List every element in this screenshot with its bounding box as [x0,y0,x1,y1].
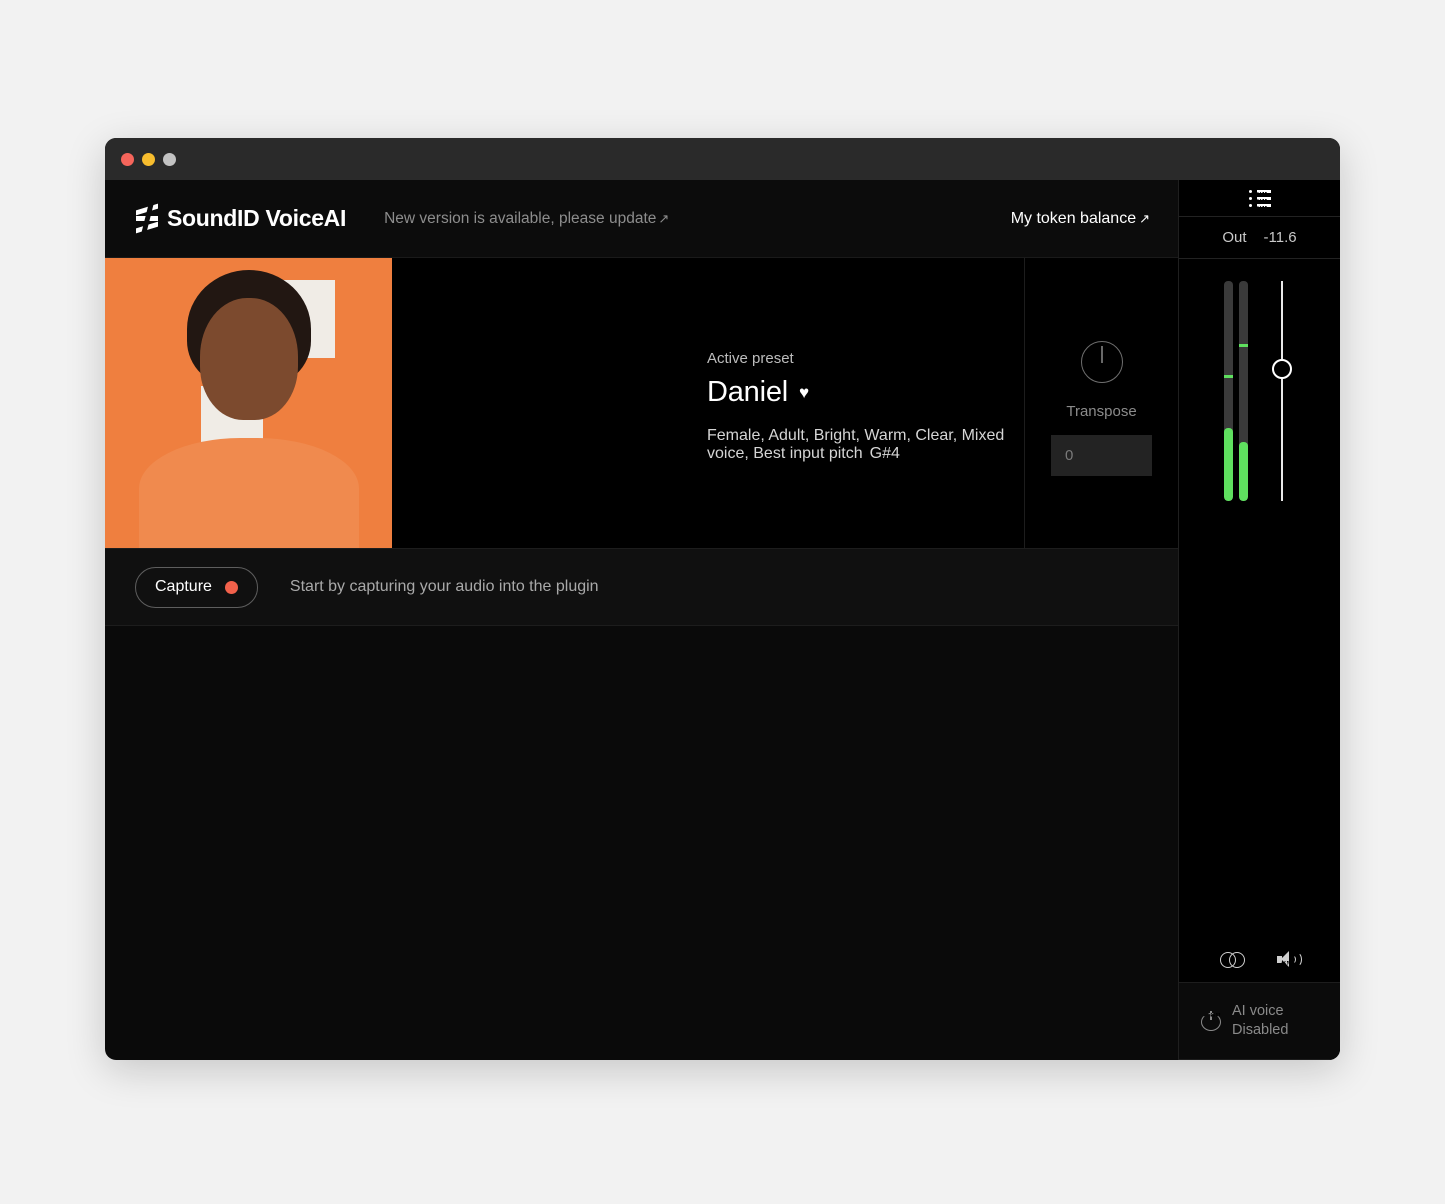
app-header: SoundID VoiceAI New version is available… [105,180,1178,258]
output-meter-area [1179,259,1340,982]
preset-list-menu-button[interactable] [1179,180,1340,217]
out-label: Out [1222,229,1246,246]
output-level-readout[interactable]: Out -11.6 [1179,217,1340,259]
preset-portrait-image [105,258,392,548]
close-window-button[interactable] [121,153,134,166]
capture-button-label: Capture [155,578,212,596]
preset-favorite-heart-icon[interactable]: ♥ [799,383,809,403]
capture-button[interactable]: Capture [135,567,258,608]
transpose-control-group: Transpose 0 [1025,258,1178,548]
maximize-window-button[interactable] [163,153,176,166]
external-link-arrow-icon-2: ↗ [1139,211,1150,226]
ai-voice-toggle[interactable]: AI voice Disabled [1179,982,1340,1060]
active-preset-artwork [105,258,392,548]
app-body: SoundID VoiceAI New version is available… [105,180,1340,1060]
stereo-link-icon[interactable] [1220,952,1246,968]
capture-hint-text: Start by capturing your audio into the p… [290,578,599,596]
output-icon-row [1179,951,1340,968]
active-preset-details: Active preset Daniel ♥ Female, Adult, Br… [392,258,1025,548]
capture-bar: Capture Start by capturing your audio in… [105,548,1178,626]
update-available-link[interactable]: New version is available, please update↗ [384,210,669,228]
record-dot-icon [225,581,238,594]
out-value: -11.6 [1264,229,1297,246]
app-window: SoundID VoiceAI New version is available… [105,138,1340,1060]
list-icon [1249,190,1271,207]
minimize-window-button[interactable] [142,153,155,166]
active-preset-name-row: Daniel ♥ [707,376,1024,409]
ai-voice-status: Disabled [1232,1021,1288,1040]
level-meter-right [1239,281,1248,501]
active-preset-description: Female, Adult, Bright, Warm, Clear, Mixe… [707,427,1024,463]
app-title: SoundID VoiceAI [167,205,346,232]
token-balance-label: My token balance [1011,210,1136,227]
level-meters [1224,281,1250,501]
output-rail: Out -11.6 [1178,180,1340,1060]
token-balance-link[interactable]: My token balance↗ [1011,210,1150,228]
main-column: SoundID VoiceAI New version is available… [105,180,1178,1060]
active-preset-name: Daniel [707,376,788,409]
ai-voice-status-text: AI voice Disabled [1232,1002,1288,1039]
output-fader-handle[interactable] [1272,359,1292,379]
transpose-value-input[interactable]: 0 [1051,435,1152,476]
window-titlebar [105,138,1340,180]
power-icon [1201,1011,1221,1031]
active-preset-attributes: Female, Adult, Bright, Warm, Clear, Mixe… [707,427,1004,462]
external-link-arrow-icon: ↗ [658,211,669,226]
soundid-logo-icon [136,206,158,231]
transpose-label: Transpose [1066,403,1136,420]
speaker-icon[interactable] [1277,951,1299,968]
update-available-label: New version is available, please update [384,210,656,227]
active-preset-region: Active preset Daniel ♥ Female, Adult, Br… [105,258,1178,548]
output-fader-track[interactable] [1281,281,1283,501]
transpose-knob[interactable] [1081,341,1123,383]
level-meter-left [1224,281,1233,501]
active-preset-label: Active preset [707,350,1024,367]
ai-voice-title: AI voice [1232,1002,1288,1021]
active-preset-pitch: G#4 [870,445,900,462]
